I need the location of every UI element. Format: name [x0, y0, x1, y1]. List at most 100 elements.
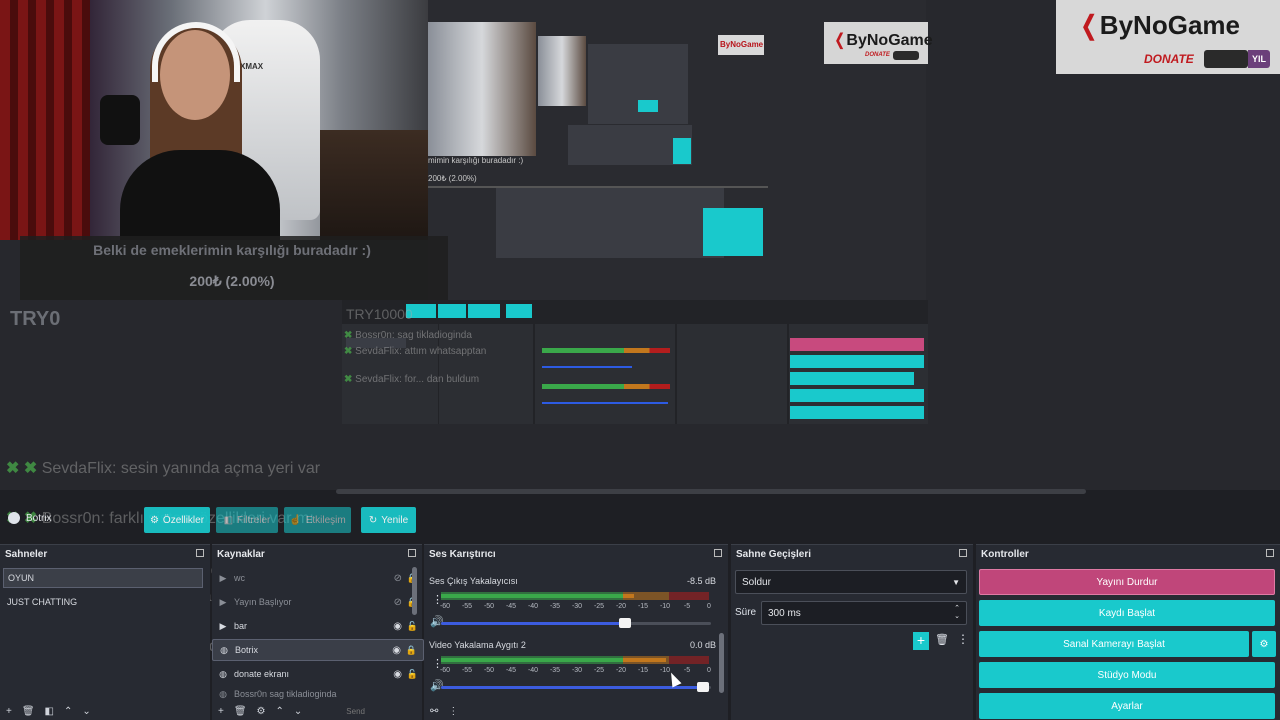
- duration-input[interactable]: 300 ms ⌃ ⌄: [761, 601, 967, 625]
- transition-select[interactable]: Soldur ▼: [735, 570, 967, 594]
- add-icon[interactable]: +: [6, 706, 12, 717]
- nested-ctrl: [790, 372, 914, 385]
- stop-streaming-button[interactable]: Yayını Durdur: [979, 569, 1275, 595]
- undock-icon[interactable]: [408, 549, 416, 557]
- logo-flame-icon: ❬: [833, 32, 847, 49]
- tick-label: -35: [549, 667, 561, 674]
- filter-icon[interactable]: ◧: [45, 706, 54, 717]
- undock-icon[interactable]: [1266, 549, 1274, 557]
- kebab-icon[interactable]: ⋮: [957, 632, 969, 646]
- nested-caption: mimin karşılığı buradadır :): [428, 156, 524, 165]
- settings-button[interactable]: Ayarlar: [979, 693, 1275, 719]
- transitions-title: Sahne Geçişleri: [736, 549, 812, 560]
- start-recording-button[interactable]: Kaydı Başlat: [979, 600, 1275, 626]
- volume-knob[interactable]: [696, 682, 709, 692]
- source-item[interactable]: ▶Yayın Başlıyor⊘🔒: [212, 591, 424, 613]
- source-item[interactable]: ◍ Bossr0n sag tikladioginda: [212, 687, 424, 701]
- sources-dock: Kaynaklar ▶wc⊘🔒 ▶Yayın Başlıyor⊘🔒 ▶bar◉🔓…: [212, 544, 424, 720]
- trash-icon[interactable]: 🗑: [22, 706, 35, 717]
- chevron-up-icon[interactable]: ⌃: [64, 706, 72, 717]
- properties-button[interactable]: ⚙ Özellikler: [144, 507, 210, 533]
- logo-donate: DONATE: [865, 52, 890, 58]
- spinner-icon[interactable]: ⌃ ⌄: [954, 605, 960, 621]
- undock-icon[interactable]: [959, 549, 967, 557]
- volume-knob[interactable]: [618, 618, 631, 628]
- undock-icon[interactable]: [714, 549, 722, 557]
- preview-horizontal-scrollbar[interactable]: [336, 489, 1086, 494]
- globe-icon: ◍: [219, 668, 227, 679]
- lock-icon[interactable]: 🔒: [406, 645, 417, 656]
- source-item[interactable]: ▶wc⊘🔒: [212, 567, 424, 589]
- source-item[interactable]: ▶ bar ◉ 🔓: [212, 615, 424, 637]
- chat-user: SevdaFlix: [355, 346, 400, 357]
- studio-mode-button[interactable]: Stüdyo Modu: [979, 662, 1275, 688]
- gear-icon[interactable]: ⚙: [257, 706, 266, 717]
- filters-label: Filtreler: [237, 514, 271, 526]
- mixer-scrollbar[interactable]: [719, 633, 724, 693]
- sources-title: Kaynaklar: [217, 549, 265, 560]
- webcam-source: XMAX: [0, 0, 428, 240]
- eye-icon[interactable]: ◉: [393, 621, 402, 632]
- lock-open-icon[interactable]: 🔓: [407, 669, 418, 680]
- volume-slider[interactable]: [441, 618, 711, 628]
- virtual-camera-settings-button[interactable]: ⚙: [1252, 631, 1276, 657]
- filters-button[interactable]: ◧ Filtreler: [216, 507, 278, 533]
- undock-icon[interactable]: [196, 549, 204, 557]
- logo-yil: YIL: [1248, 50, 1270, 68]
- chevron-up-icon[interactable]: ⌃: [276, 706, 284, 717]
- send-label: Send: [346, 706, 365, 716]
- nested-ctrl: [790, 406, 924, 419]
- volume-slider[interactable]: [441, 682, 711, 692]
- tick-label: -5: [683, 603, 691, 610]
- tick-label: -45: [505, 603, 517, 610]
- gear-icon: ⚙: [1259, 638, 1269, 650]
- eye-icon[interactable]: ◉: [393, 669, 402, 680]
- link-icon[interactable]: ⚯: [430, 706, 438, 717]
- filter-icon: ◧: [223, 514, 234, 526]
- logo-game: Game: [1167, 10, 1240, 40]
- properties-label: Özellikler: [162, 514, 205, 526]
- tick-label: -55: [461, 603, 473, 610]
- play-icon: ▶: [219, 572, 227, 583]
- kebab-icon[interactable]: ⋮: [448, 706, 458, 717]
- scenes-dock: Sahneler OYUN JUST CHATTING + 🗑 ◧ ⌃ ⌄: [0, 544, 210, 720]
- transition-selected: Soldur: [742, 576, 771, 588]
- logo-donate: DONATE: [1144, 52, 1194, 66]
- chat-text: : for... dan buldum: [399, 374, 480, 385]
- tick-label: -60: [439, 667, 451, 674]
- refresh-button[interactable]: ↻ Yenile: [361, 507, 416, 533]
- logo-progress-bar: [893, 51, 919, 60]
- nested-cyan-controls: [703, 208, 763, 256]
- logo-game: Game: [888, 32, 933, 49]
- source-item[interactable]: ◍ donate ekranı ◉ 🔓: [212, 663, 424, 685]
- chevron-down-icon: ▼: [952, 577, 960, 587]
- add-transition-button[interactable]: +: [913, 632, 929, 650]
- bookshelf: [320, 130, 428, 240]
- tick-label: -20: [615, 667, 627, 674]
- nested-slider: [542, 402, 668, 404]
- add-icon[interactable]: +: [218, 706, 224, 717]
- eye-icon[interactable]: ◉: [392, 645, 401, 656]
- duration-label: Süre: [735, 607, 757, 618]
- trash-icon[interactable]: 🗑: [935, 633, 949, 646]
- globe-icon: ◍: [220, 644, 228, 655]
- sources-scrollbar[interactable]: [412, 567, 417, 615]
- preview-canvas[interactable]: XMAX mimin karşılığı buradadır :) 200₺ (…: [0, 0, 1280, 490]
- logo-wordmark-medium: ❬ByNoGame: [833, 30, 933, 50]
- source-item-selected[interactable]: ◍ Botrix ◉ 🔒: [212, 639, 424, 661]
- eye-off-icon[interactable]: ⊘: [394, 573, 402, 584]
- chevron-down-icon[interactable]: ⌄: [294, 706, 302, 717]
- interact-button[interactable]: ☝ Etkileşim: [284, 507, 351, 533]
- eye-off-icon[interactable]: ⊘: [394, 597, 402, 608]
- scene-item-oyun[interactable]: OYUN: [3, 568, 203, 588]
- source-label: wc: [234, 573, 245, 583]
- obs-window: XMAX mimin karşılığı buradadır :) 200₺ (…: [0, 0, 1280, 720]
- chevron-down-icon[interactable]: ⌄: [82, 706, 90, 717]
- start-virtual-camera-button[interactable]: Sanal Kamerayı Başlat: [979, 631, 1249, 657]
- nested-chat: ✖ SevdaFlix: for... dan buldum: [344, 374, 480, 385]
- trash-icon[interactable]: 🗑: [234, 706, 247, 717]
- selected-source-name: Botrix: [26, 512, 52, 524]
- scene-item-just-chatting[interactable]: JUST CHATTING: [3, 592, 203, 612]
- lock-open-icon[interactable]: 🔓: [407, 621, 418, 632]
- tick-label: -25: [593, 667, 605, 674]
